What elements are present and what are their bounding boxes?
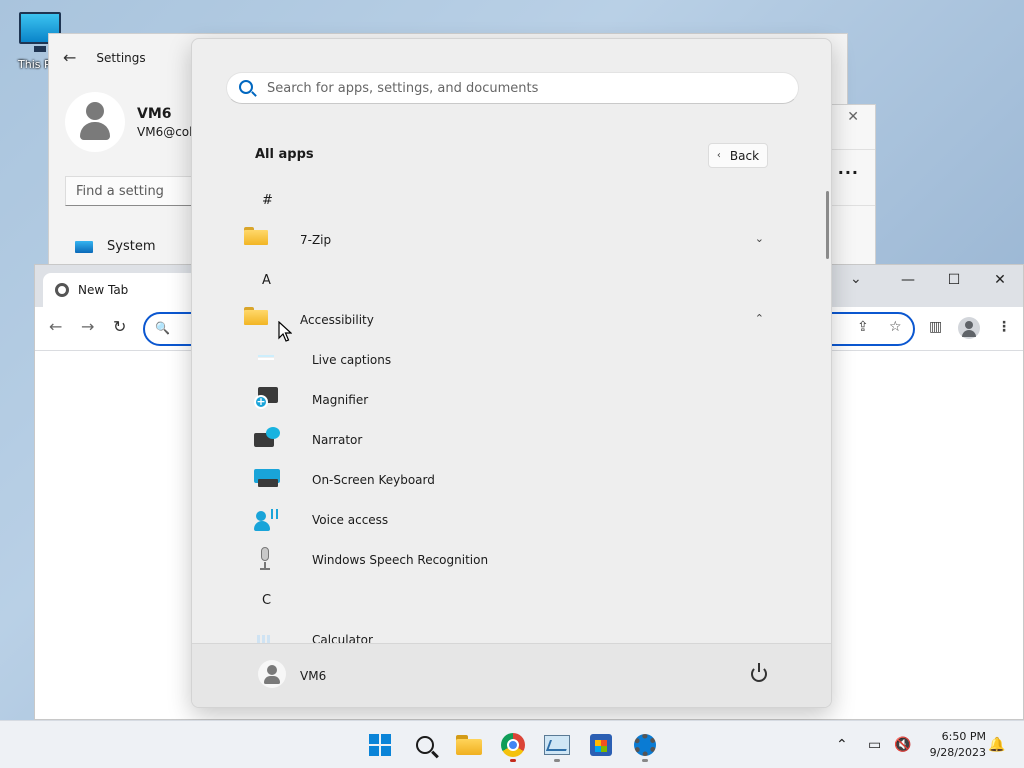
windows-logo-icon xyxy=(369,734,391,756)
reload-icon[interactable]: ↻ xyxy=(113,317,126,336)
forward-icon[interactable]: → xyxy=(81,317,94,336)
taskbar-clock[interactable]: 6:50 PM 9/28/2023 xyxy=(920,729,986,761)
background-dialog: ✕ ··· xyxy=(826,104,876,266)
chevron-left-icon: ‹ xyxy=(716,150,721,161)
more-options-icon[interactable]: ··· xyxy=(838,163,859,182)
back-button-label: Back xyxy=(729,148,760,163)
back-arrow-icon[interactable]: ← xyxy=(63,48,76,67)
user-avatar[interactable] xyxy=(258,660,286,688)
tab-search-chevron-icon[interactable]: ⌄ xyxy=(850,271,862,287)
chrome-icon xyxy=(501,733,525,757)
back-icon[interactable]: ← xyxy=(49,317,62,336)
settings-user-email: VM6@coll xyxy=(137,125,193,139)
settings-title: Settings xyxy=(96,50,146,65)
maximize-icon[interactable]: ☐ xyxy=(931,265,977,295)
tray-overflow-button[interactable]: ⌃ xyxy=(836,721,848,768)
volume-muted-icon: 🔇 xyxy=(894,737,912,753)
tab-title: New Tab xyxy=(78,283,129,297)
store-icon xyxy=(590,734,612,756)
tray-volume[interactable]: 🔇 xyxy=(894,721,911,768)
sidebar-item-label: System xyxy=(107,239,156,254)
list-item-accessibility[interactable]: Accessibility ⌃ xyxy=(244,303,784,337)
list-item-calculator[interactable]: Calculator xyxy=(244,623,784,643)
chevron-up-icon: ⌃ xyxy=(836,737,848,753)
tray-notifications[interactable]: 🔔 xyxy=(988,721,1005,768)
settings-user-name: VM6 xyxy=(137,106,172,122)
minimize-icon[interactable]: — xyxy=(885,265,931,295)
start-search-input[interactable] xyxy=(267,73,787,103)
search-icon: 🔍 xyxy=(155,321,170,335)
list-item-magnifier[interactable]: + Magnifier xyxy=(244,383,784,417)
power-icon[interactable] xyxy=(751,663,767,682)
section-header-a[interactable]: A xyxy=(262,263,802,297)
avatar[interactable] xyxy=(65,92,125,152)
scrollbar[interactable] xyxy=(826,191,829,259)
tray-network[interactable]: ▭ xyxy=(868,721,881,768)
all-apps-heading: All apps xyxy=(255,147,314,162)
start-search-box[interactable] xyxy=(226,72,799,104)
back-button[interactable]: ‹ Back xyxy=(708,143,768,168)
system-icon xyxy=(75,240,93,253)
chevron-down-icon: ⌄ xyxy=(754,232,764,245)
section-header-hash[interactable]: # xyxy=(262,183,802,217)
taskbar-search-button[interactable] xyxy=(407,727,443,763)
list-item-on-screen-keyboard[interactable]: On-Screen Keyboard xyxy=(244,463,784,497)
side-panel-icon[interactable]: ▥ xyxy=(929,319,942,335)
list-item-voice-access[interactable]: Voice access xyxy=(244,503,784,537)
monitor-chart-icon xyxy=(544,735,570,755)
footer-user-name[interactable]: VM6 xyxy=(300,669,326,683)
sidebar-item-system[interactable]: System xyxy=(75,239,155,254)
section-header-c[interactable]: C xyxy=(262,583,802,617)
list-item-7zip[interactable]: 7-Zip ⌄ xyxy=(244,223,784,257)
taskbar-store[interactable] xyxy=(583,727,619,763)
clock-date: 9/28/2023 xyxy=(929,746,986,759)
list-item-narrator[interactable]: Narrator xyxy=(244,423,784,457)
file-explorer-icon xyxy=(456,735,482,755)
list-item-speech-recognition[interactable]: Windows Speech Recognition xyxy=(244,543,784,577)
network-icon: ▭ xyxy=(868,737,882,753)
bell-icon: 🔔 xyxy=(988,737,1006,753)
mouse-cursor-icon xyxy=(278,321,292,342)
share-icon[interactable]: ⇪ xyxy=(857,319,869,335)
bookmark-star-icon[interactable]: ☆ xyxy=(889,319,902,335)
find-setting-input[interactable]: Find a setting xyxy=(65,176,195,206)
close-icon[interactable]: ✕ xyxy=(847,109,859,125)
close-icon[interactable]: ✕ xyxy=(977,265,1023,295)
chevron-up-icon: ⌃ xyxy=(754,312,764,325)
taskbar: ⌃ ▭ 🔇 6:50 PM 9/28/2023 🔔 xyxy=(0,720,1024,768)
search-icon xyxy=(416,736,434,754)
taskbar-settings[interactable] xyxy=(627,727,663,763)
menu-kebab-icon[interactable]: ⋮ xyxy=(997,319,1011,335)
taskbar-file-explorer[interactable] xyxy=(451,727,487,763)
search-icon xyxy=(239,80,253,94)
all-apps-list: # 7-Zip ⌄ A Accessibility ⌃ Live caption… xyxy=(192,179,831,643)
chrome-icon xyxy=(55,283,69,297)
start-footer: VM6 xyxy=(192,643,831,707)
clock-time: 6:50 PM xyxy=(941,730,986,743)
gear-icon xyxy=(634,734,656,756)
start-button[interactable] xyxy=(362,727,398,763)
taskbar-chrome[interactable] xyxy=(495,727,531,763)
list-item-live-captions[interactable]: Live captions xyxy=(244,343,784,377)
profile-avatar[interactable] xyxy=(958,317,980,339)
start-menu: All apps ‹ Back # 7-Zip ⌄ A Accessibilit… xyxy=(191,38,832,708)
taskbar-resource-monitor[interactable] xyxy=(539,727,575,763)
